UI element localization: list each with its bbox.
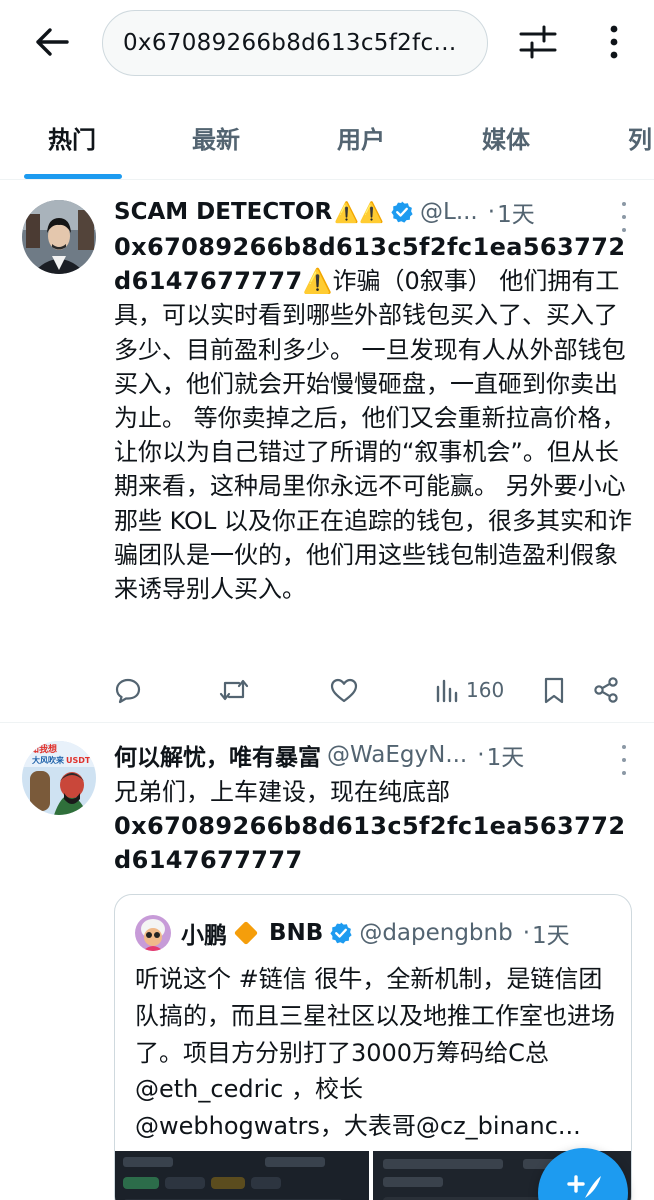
contract-address-tail[interactable]: 6147677777 xyxy=(132,846,303,874)
avatar-text-top: 知我想 xyxy=(29,743,57,755)
quoted-tweet-header: 小鹏 BNB @dapengbnb · 1天 xyxy=(135,913,615,953)
tweet-body-text: 兄弟们，上车建设，现在纯底部 xyxy=(114,778,450,806)
views-count: 160 xyxy=(466,678,505,702)
views-icon xyxy=(436,679,458,703)
search-input[interactable]: 0x67089266b8d613c5f2fc1ea563772d61476777… xyxy=(102,10,488,76)
display-name[interactable]: SCAM DETECTOR xyxy=(114,199,332,225)
handle[interactable]: @L... xyxy=(420,199,478,225)
tab-bar: 热门 最新 用户 媒体 列 xyxy=(0,100,654,180)
top-bar: 0x67089266b8d613c5f2fc1ea563772d61476777… xyxy=(0,0,654,92)
separator-dot: · xyxy=(487,199,496,225)
avatar[interactable]: 知我想 大风吹来 USDT xyxy=(22,741,96,815)
avatar xyxy=(135,915,171,951)
bookmark-icon[interactable] xyxy=(542,670,566,710)
feather-plus-icon xyxy=(567,1175,601,1198)
sliders-icon[interactable] xyxy=(514,20,562,64)
search-query-text: 0x67089266b8d613c5f2fc1ea563772d61476777… xyxy=(123,30,471,56)
tab-latest[interactable]: 最新 xyxy=(192,120,240,155)
tweet-body-text: 诈骗（0叙事） 他们拥有工具，可以实时看到哪些外部钱包买入了、买入了多少、目前盈… xyxy=(114,267,632,604)
timestamp[interactable]: 1天 xyxy=(487,738,525,772)
like-icon[interactable] xyxy=(330,670,358,710)
quoted-timestamp: 1天 xyxy=(532,923,570,949)
media-thumbnail[interactable] xyxy=(115,1151,369,1200)
reply-icon[interactable] xyxy=(114,670,142,710)
timestamp[interactable]: 1天 xyxy=(497,195,535,229)
separator-dot: · xyxy=(522,920,531,946)
separator-dot: · xyxy=(477,742,485,768)
tab-top[interactable]: 热门 xyxy=(48,120,96,155)
back-arrow-icon[interactable] xyxy=(28,22,76,62)
quoted-body-last-line: @webhogwatrs，大表哥@cz_binanc... xyxy=(135,1112,581,1141)
avatar[interactable] xyxy=(22,200,96,274)
tab-media[interactable]: 媒体 xyxy=(482,120,530,155)
avatar-text-bottom: USDT xyxy=(66,756,91,765)
tweet-text: 0x67089266b8d613c5f2fc1ea563772d61476777… xyxy=(114,230,634,606)
verified-badge-icon xyxy=(390,200,414,224)
tweet-header: SCAM DETECTOR ⚠️⚠️ @L... · 1天 xyxy=(114,194,634,230)
share-icon[interactable] xyxy=(592,670,620,710)
diamond-icon xyxy=(233,920,259,946)
quoted-tweet-text: 听说这个 #链信 很牛，全新机制，是链信团队搞的，而且三星社区以及地推工作室也进… xyxy=(135,961,619,1145)
vertical-dots-icon[interactable] xyxy=(594,20,634,64)
quoted-tweet[interactable]: 小鹏 BNB @dapengbnb · 1天 听说这个 #链信 很牛，全新机制，… xyxy=(114,894,632,1200)
tweet-text: 兄弟们，上车建设，现在纯底部 0x67089266b8d613c5f2fc1ea… xyxy=(114,775,634,878)
retweet-icon[interactable] xyxy=(218,670,250,710)
quoted-name-badge: BNB xyxy=(269,920,324,946)
display-name[interactable]: 何以解忧，唯有暴富 xyxy=(114,738,321,772)
tweet-more-icon[interactable] xyxy=(616,202,632,232)
tweet-card[interactable]: SCAM DETECTOR ⚠️⚠️ @L... · 1天 0x67089266… xyxy=(0,180,654,722)
contract-address-tail[interactable]: 6147677777 xyxy=(132,267,303,295)
tab-lists[interactable]: 列 xyxy=(628,120,652,155)
views-stat[interactable]: 160 xyxy=(434,670,504,710)
quoted-body-text: 听说这个 #链信 很牛，全新机制，是链信团队搞的，而且三星社区以及地推工作室也进… xyxy=(135,965,615,1104)
quoted-display-name: 小鹏 xyxy=(181,923,227,949)
tweet-header: 何以解忧，唯有暴富 @WaEgyN... · 1天 xyxy=(114,737,634,773)
quoted-handle: @dapengbnb xyxy=(359,920,513,946)
tab-people[interactable]: 用户 xyxy=(337,120,385,155)
avatar-text-mid: 大风吹来 xyxy=(32,755,65,765)
warning-emoji: ⚠️⚠️ xyxy=(334,200,384,224)
tweet-actions: 160 xyxy=(114,670,634,710)
active-tab-indicator xyxy=(24,174,122,179)
tweet-more-icon[interactable] xyxy=(616,745,632,775)
verified-badge-icon xyxy=(329,921,353,945)
handle[interactable]: @WaEgyN... xyxy=(327,742,467,768)
warning-emoji: ⚠️ xyxy=(302,267,333,296)
